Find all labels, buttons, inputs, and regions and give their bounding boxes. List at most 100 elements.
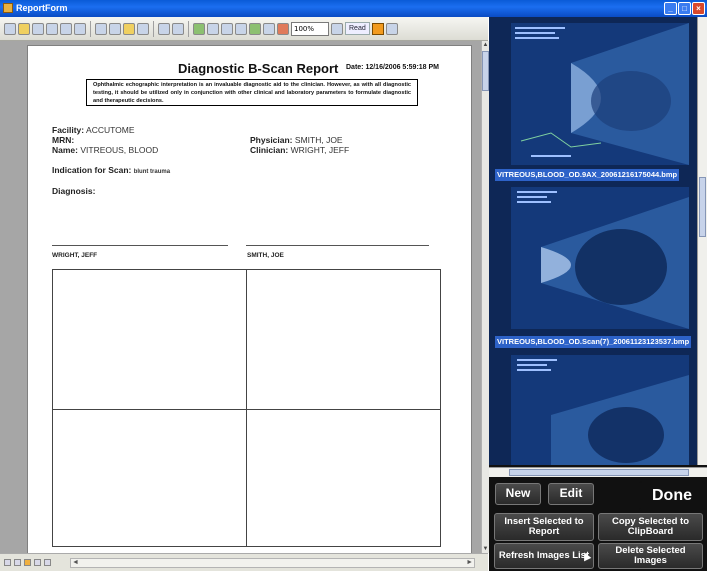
facility-value: ACCUTOME [86,125,135,135]
report-date: Date: 12/16/2006 5:59:18 PM [346,64,439,71]
edit-button[interactable]: Edit [548,483,594,505]
facility-field: Facility: ACCUTOME [52,125,135,135]
copy-icon[interactable] [109,22,121,35]
image-grid [52,269,441,547]
print-layout-icon[interactable] [24,559,31,566]
report-title: Diagnostic B-Scan Report [178,61,339,76]
image-list[interactable]: VITREOUS,BLOOD_OD.9AX_20061216175044.bmp… [489,17,707,465]
cut-icon[interactable] [95,22,107,35]
spellcheck-icon[interactable] [74,22,86,35]
signature-name-right: SMITH, JOE [247,252,284,259]
insert-table-icon[interactable] [221,22,233,35]
redo-icon[interactable] [172,22,184,35]
image-caption-2[interactable]: VITREOUS,BLOOD_OD.Scan(7)_20061123123537… [495,336,692,348]
outline-view-icon[interactable] [34,559,41,566]
window-controls: _ □ × [664,2,705,15]
window-titlebar: ReportForm _ □ × [0,0,707,17]
app-icon [3,3,13,13]
indication-field: Indication for Scan: blunt trauma [52,165,170,175]
image-cell-top-left[interactable] [53,270,246,409]
paste-icon[interactable] [123,22,135,35]
name-value: VITREOUS, BLOOD [80,145,159,155]
mrn-label: MRN: [52,135,75,145]
maximize-button[interactable]: □ [678,2,691,15]
ultrasound-image-2 [517,191,689,329]
format-painter-icon[interactable] [137,22,149,35]
document-area: Diagnostic B-Scan Report Date: 12/16/200… [0,41,481,553]
print-preview-icon[interactable] [60,22,72,35]
zoom-select[interactable]: 100% [291,21,329,36]
help-icon[interactable] [331,22,343,35]
done-button[interactable]: Done [639,481,705,511]
scroll-right-icon[interactable]: ► [466,559,473,567]
scroll-left-icon[interactable]: ◄ [72,559,79,567]
copy-selected-button[interactable]: Copy Selected to ClipBoard [598,513,703,541]
show-hide-icon[interactable] [277,22,289,35]
insert-selected-button[interactable]: Insert Selected to Report [494,513,594,541]
hyperlink-icon[interactable] [193,22,205,35]
new-doc-icon[interactable] [4,22,16,35]
image-thumbnail-2[interactable] [511,187,689,329]
scrollbar-thumb[interactable] [699,177,706,237]
image-cell-bottom-right[interactable] [247,410,442,548]
italic-icon[interactable] [385,22,398,35]
signature-line-left [52,245,228,246]
indication-label: Indication for Scan: [52,165,132,175]
open-folder-icon[interactable] [18,22,30,35]
normal-view-icon[interactable] [4,559,11,566]
image-thumbnail-3[interactable] [511,355,689,465]
highlight-icon[interactable] [371,22,384,35]
ultrasound-image-3 [517,359,689,465]
image-list-vertical-scrollbar[interactable] [697,17,707,465]
physician-field: Physician: SMITH, JOE [250,135,343,145]
diagnosis-label: Diagnosis: [52,186,96,196]
undo-icon[interactable] [158,22,170,35]
scrollbar-thumb[interactable] [482,51,489,91]
image-panel: VITREOUS,BLOOD_OD.9AX_20061216175044.bmp… [489,17,707,571]
scroll-down-icon[interactable]: ▼ [482,545,489,553]
ultrasound-image-1 [515,23,689,165]
clinician-value: WRIGHT, JEFF [290,145,350,155]
table-icon[interactable] [207,22,219,35]
new-button[interactable]: New [495,483,541,505]
document-horizontal-scrollbar[interactable]: ◄ ► [70,558,475,568]
columns-icon[interactable] [235,22,247,35]
reading-view-icon[interactable] [44,559,51,566]
toolbar-separator [153,20,154,37]
name-field: Name: VITREOUS, BLOOD [52,145,158,155]
read-button[interactable]: Read [345,22,370,35]
image-cell-top-right[interactable] [247,270,442,409]
web-view-icon[interactable] [14,559,21,566]
document-map-icon[interactable] [263,22,275,35]
image-thumbnail-1[interactable] [511,23,689,165]
image-cell-bottom-left[interactable] [53,410,246,548]
physician-label: Physician: [250,135,293,145]
scroll-up-icon[interactable]: ▲ [482,41,489,49]
signature-line-right [246,245,429,246]
signature-name-left: WRIGHT, JEFF [52,252,98,259]
drawing-icon[interactable] [249,22,261,35]
indication-value: blunt trauma [133,169,171,175]
clinician-field: Clinician: WRIGHT, JEFF [250,145,349,155]
toolbar-separator [188,20,189,37]
report-toolbar: 100% Read [0,17,488,41]
report-page: Diagnostic B-Scan Report Date: 12/16/200… [27,45,472,553]
image-list-horizontal-scrollbar[interactable] [489,467,707,477]
facility-label: Facility: [52,125,85,135]
save-icon[interactable] [32,22,44,35]
diagnosis-field: Diagnosis: [52,186,95,196]
minimize-button[interactable]: _ [664,2,677,15]
mrn-field: MRN: [52,135,74,145]
print-icon[interactable] [46,22,58,35]
document-statusbar: ◄ ► [0,553,488,571]
scrollbar-thumb[interactable] [509,469,689,476]
physician-value: SMITH, JOE [294,135,343,145]
refresh-images-button[interactable]: Refresh Images List [494,543,594,569]
name-label: Name: [52,145,78,155]
disclaimer-box: Ophthalmic echographic interpretation is… [86,79,418,106]
image-caption-1[interactable]: VITREOUS,BLOOD_OD.9AX_20061216175044.bmp [495,169,680,181]
document-vertical-scrollbar[interactable]: ▲ ▼ [481,41,489,553]
window-title: ReportForm [16,3,68,13]
delete-selected-button[interactable]: Delete Selected Images [598,543,703,569]
close-button[interactable]: × [692,2,705,15]
